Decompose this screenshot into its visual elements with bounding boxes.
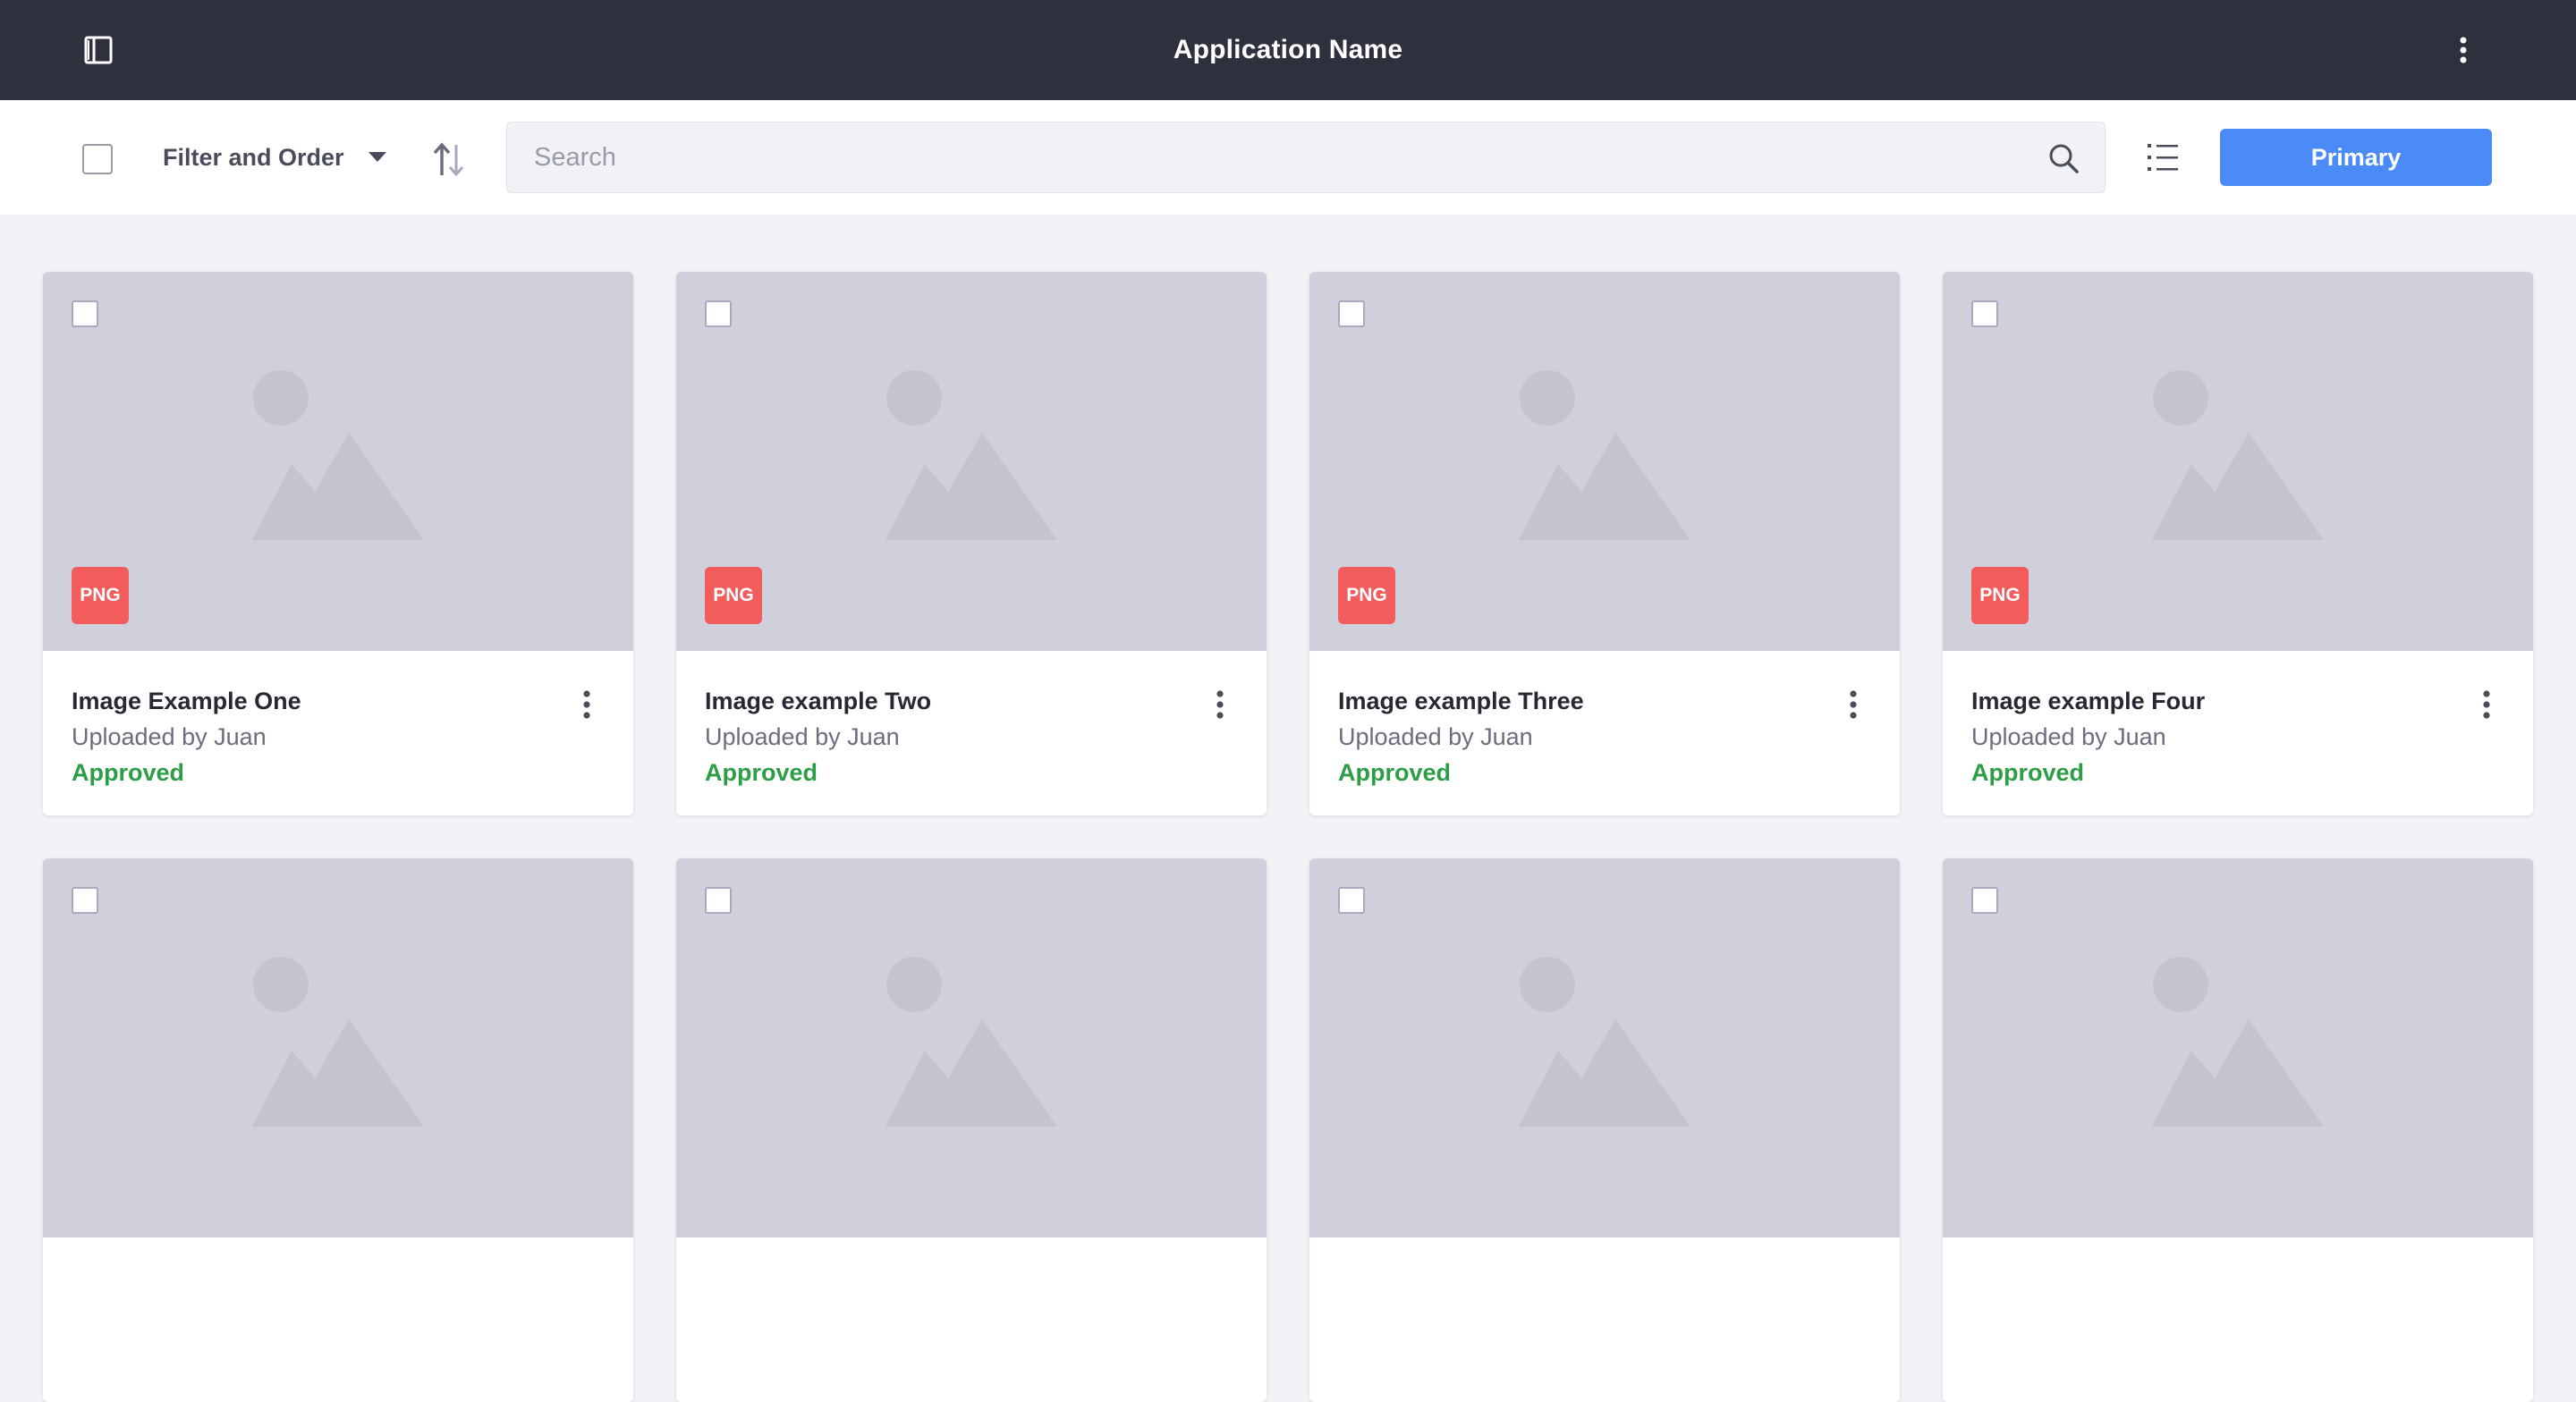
image-placeholder-icon xyxy=(252,370,424,540)
image-card[interactable] xyxy=(43,858,633,1402)
image-card[interactable] xyxy=(676,858,1267,1402)
search-bar xyxy=(506,122,2106,193)
list-view-icon[interactable] xyxy=(2145,139,2181,175)
search-icon[interactable] xyxy=(2046,140,2081,176)
kebab-vertical-icon[interactable] xyxy=(1835,687,1871,722)
image-placeholder-icon xyxy=(2152,370,2324,540)
image-placeholder-icon xyxy=(1519,957,1690,1127)
card-title[interactable]: Image example Two xyxy=(705,683,1206,719)
image-thumbnail xyxy=(43,858,633,1237)
management-toolbar: Filter and Order Pr xyxy=(0,100,2576,215)
image-thumbnail: PNG xyxy=(43,272,633,651)
kebab-vertical-icon[interactable] xyxy=(2445,32,2481,68)
kebab-vertical-icon[interactable] xyxy=(2469,687,2504,722)
card-checkbox[interactable] xyxy=(705,300,732,327)
image-thumbnail xyxy=(1943,858,2533,1237)
card-subtitle: Uploaded by Juan xyxy=(1971,723,2166,750)
filter-and-order-dropdown[interactable]: Filter and Order xyxy=(163,134,387,181)
image-card[interactable]: PNG Image example Three Uploaded by Juan… xyxy=(1309,272,1900,815)
card-checkbox[interactable] xyxy=(72,300,98,327)
file-type-badge: PNG xyxy=(705,567,762,624)
card-checkbox[interactable] xyxy=(705,887,732,914)
image-card[interactable]: PNG Image example Two Uploaded by Juan A… xyxy=(676,272,1267,815)
card-subtitle: Uploaded by Juan xyxy=(72,723,267,750)
file-type-badge: PNG xyxy=(1338,567,1395,624)
image-thumbnail: PNG xyxy=(1309,272,1900,651)
filter-and-order-label: Filter and Order xyxy=(163,143,344,171)
image-card[interactable]: PNG Image Example One Uploaded by Juan A… xyxy=(43,272,633,815)
card-title[interactable]: Image example Three xyxy=(1338,683,1839,719)
card-title[interactable]: Image Example One xyxy=(72,683,572,719)
sidebar-toggle-icon[interactable] xyxy=(80,32,116,68)
app-header: Application Name xyxy=(0,0,2576,100)
status-label: Approved xyxy=(1338,759,1452,786)
card-checkbox[interactable] xyxy=(1338,300,1365,327)
image-card[interactable]: PNG Image example Four Uploaded by Juan … xyxy=(1943,272,2533,815)
card-checkbox[interactable] xyxy=(1971,887,1998,914)
sort-arrows-icon xyxy=(433,142,464,177)
card-checkbox[interactable] xyxy=(1971,300,1998,327)
image-card[interactable] xyxy=(1943,858,2533,1402)
image-placeholder-icon xyxy=(2152,957,2324,1127)
status-label: Approved xyxy=(705,759,818,786)
search-input[interactable] xyxy=(534,122,2001,192)
image-thumbnail xyxy=(1309,858,1900,1237)
image-card[interactable] xyxy=(1309,858,1900,1402)
select-all-checkbox[interactable] xyxy=(82,144,113,174)
image-placeholder-icon xyxy=(886,370,1057,540)
image-placeholder-icon xyxy=(1519,370,1690,540)
card-subtitle: Uploaded by Juan xyxy=(705,723,900,750)
app-title: Application Name xyxy=(1173,35,1403,64)
file-type-badge: PNG xyxy=(1971,567,2029,624)
card-checkbox[interactable] xyxy=(1338,887,1365,914)
card-checkbox[interactable] xyxy=(72,887,98,914)
image-card-grid: PNG Image Example One Uploaded by Juan A… xyxy=(43,272,2535,1402)
image-thumbnail: PNG xyxy=(676,272,1267,651)
caret-down-icon xyxy=(368,152,386,162)
sort-order-button[interactable] xyxy=(426,138,470,182)
image-thumbnail: PNG xyxy=(1943,272,2533,651)
kebab-vertical-icon[interactable] xyxy=(1202,687,1238,722)
primary-button[interactable]: Primary xyxy=(2220,129,2492,186)
card-title[interactable]: Image example Four xyxy=(1971,683,2472,719)
image-thumbnail xyxy=(676,858,1267,1237)
card-subtitle: Uploaded by Juan xyxy=(1338,723,1533,750)
status-label: Approved xyxy=(72,759,185,786)
kebab-vertical-icon[interactable] xyxy=(569,687,605,722)
status-label: Approved xyxy=(1971,759,2085,786)
file-type-badge: PNG xyxy=(72,567,129,624)
image-placeholder-icon xyxy=(886,957,1057,1127)
image-placeholder-icon xyxy=(252,957,424,1127)
